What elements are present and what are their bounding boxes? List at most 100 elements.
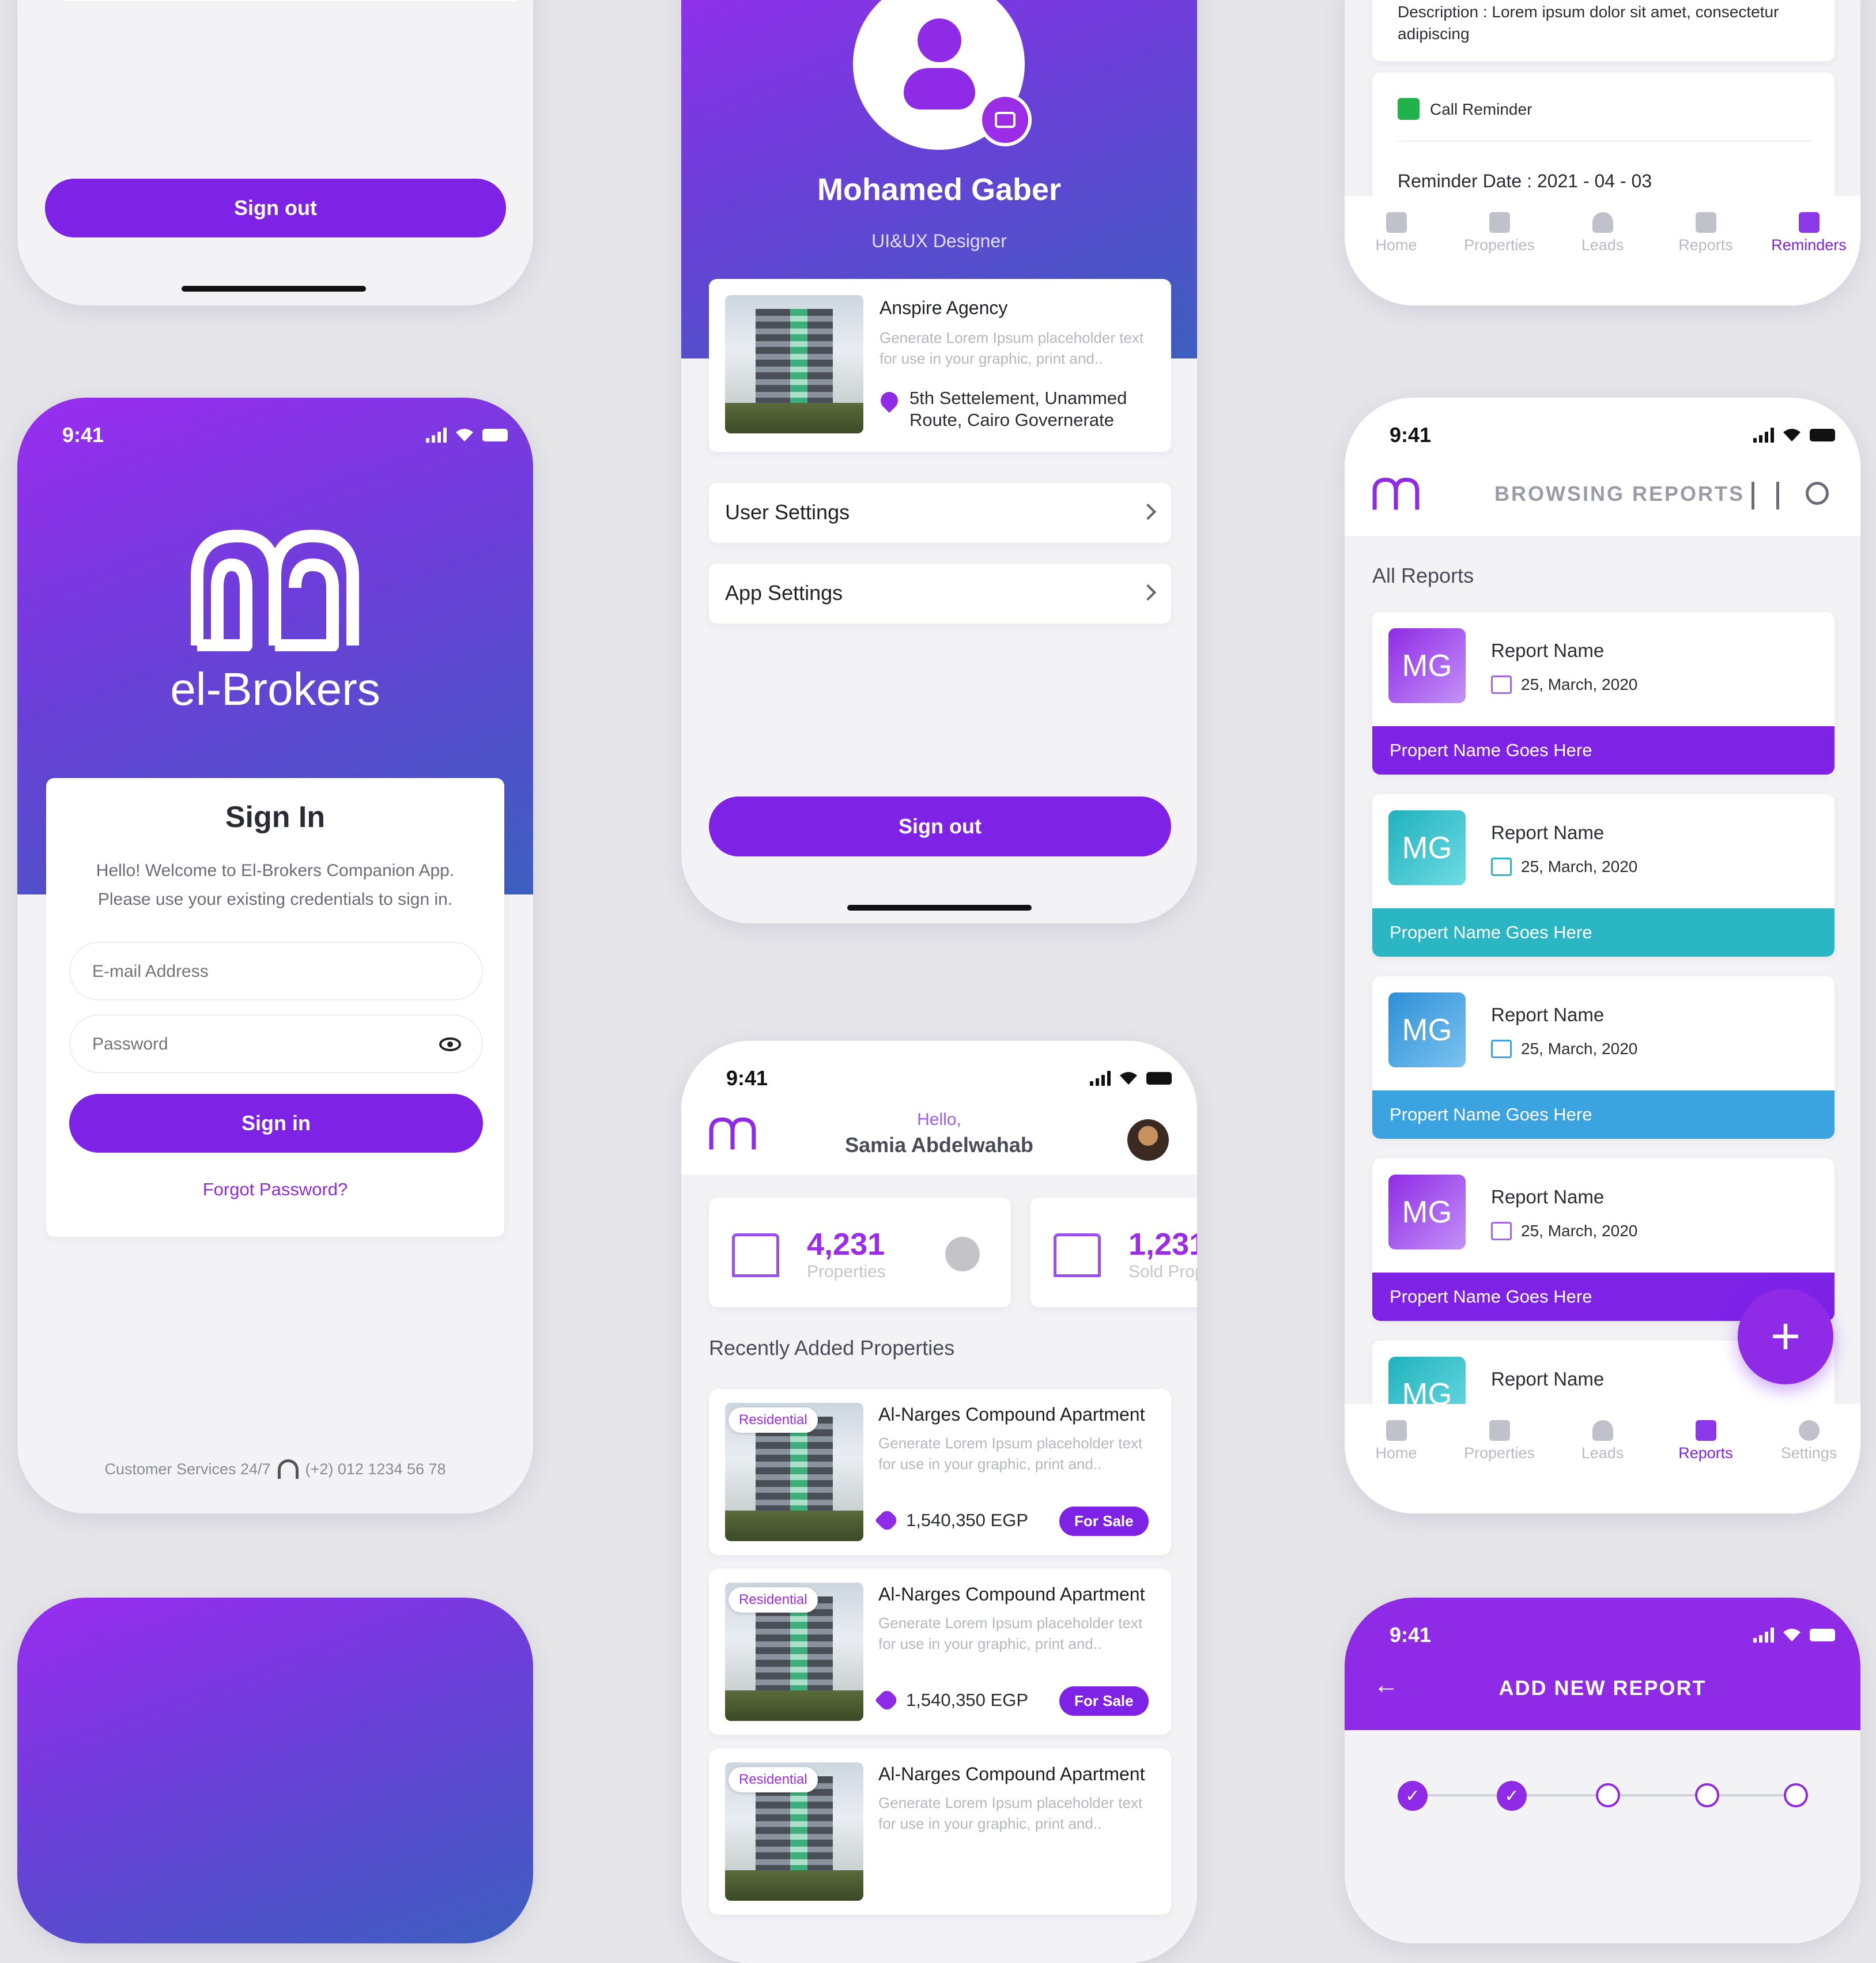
nav-reports[interactable]: Reports: [1657, 212, 1755, 254]
bottom-nav: Home Properties Leads Reports Settings: [1345, 1404, 1860, 1513]
camera-icon[interactable]: [979, 93, 1032, 146]
profile-avatar: [853, 0, 1032, 150]
calendar-icon: [1491, 858, 1512, 876]
nav-label: Reports: [1678, 1444, 1733, 1462]
report-date: 25, March, 2020: [1491, 675, 1637, 694]
home-indicator: [847, 905, 1032, 911]
reminders-screen: Description : Lorem ipsum dolor sit amet…: [1345, 0, 1860, 305]
stat-value: 1,231: [1128, 1227, 1197, 1262]
status-time: 9:41: [1390, 423, 1432, 447]
support-phone[interactable]: (+2) 012 1234 56 78: [305, 1460, 446, 1478]
report-date: 25, March, 2020: [1491, 1222, 1637, 1240]
sign-out-button[interactable]: Sign out: [709, 796, 1171, 856]
property-card[interactable]: Residential Al-Narges Compound Apartment…: [709, 1389, 1171, 1555]
wifi-icon: [456, 429, 473, 441]
status-badge: For Sale: [1059, 1686, 1149, 1716]
home-icon: [1386, 1420, 1407, 1441]
search-icon[interactable]: [1806, 482, 1829, 505]
nav-label: Home: [1375, 1444, 1417, 1462]
battery-icon: [482, 429, 508, 441]
report-card[interactable]: MG Report Name 25, March, 2020 Propert N…: [1372, 794, 1835, 957]
status-bar: 9:41: [1345, 398, 1860, 450]
brand-name: el-Brokers: [170, 663, 380, 715]
nav-label: Leads: [1581, 236, 1624, 254]
calendar-icon: [1491, 1222, 1512, 1240]
nav-home[interactable]: Home: [1347, 1420, 1445, 1462]
profile-role: UI&UX Designer: [871, 231, 1007, 251]
splash-screen: [17, 1598, 533, 1943]
report-card[interactable]: MG Report Name 25, March, 2020 Propert N…: [1372, 976, 1835, 1139]
sign-out-button[interactable]: Sign out: [45, 179, 506, 237]
report-name: Report Name: [1491, 1004, 1605, 1025]
report-date: 25, March, 2020: [1491, 1040, 1637, 1058]
page-title: ADD NEW REPORT: [1498, 1676, 1707, 1700]
step-1[interactable]: ✓: [1398, 1781, 1428, 1811]
forgot-password-link[interactable]: Forgot Password?: [46, 1179, 504, 1200]
password-field[interactable]: [69, 1014, 483, 1073]
status-bar: 9:41: [681, 1041, 1197, 1093]
property-title: Al-Narges Compound Apartment: [878, 1584, 1145, 1605]
sign-in-screen: 9:41 el-Brokers Sign In Hello! Welcome t…: [17, 398, 533, 1513]
filter-icon[interactable]: [1752, 482, 1779, 509]
report-avatar: MG: [1388, 628, 1466, 703]
stat-card-properties[interactable]: 4,231 Properties: [709, 1198, 1011, 1307]
email-input[interactable]: [91, 957, 437, 987]
report-date: 25, March, 2020: [1491, 858, 1637, 876]
status-time: 9:41: [62, 423, 104, 447]
status-time: 9:41: [1390, 1623, 1432, 1647]
greeting: Hello,: [917, 1110, 961, 1129]
agency-image: [725, 295, 863, 433]
signal-icon: [1090, 1071, 1111, 1086]
headset-icon: [277, 1459, 299, 1479]
user-icon: [1592, 1420, 1613, 1441]
signal-icon: [1753, 1628, 1774, 1643]
step-4[interactable]: [1695, 1783, 1719, 1807]
email-field[interactable]: [69, 942, 483, 1001]
status-icons: [1753, 428, 1835, 443]
stat-card-sold[interactable]: 1,231 Sold Properties: [1031, 1198, 1197, 1307]
report-name: Report Name: [1491, 822, 1605, 843]
user-settings-item[interactable]: User Settings: [709, 483, 1171, 543]
nav-label: Properties: [1463, 1444, 1535, 1462]
wifi-icon: [1783, 1629, 1800, 1641]
nav-properties[interactable]: Properties: [1451, 212, 1549, 254]
nav-properties[interactable]: Properties: [1451, 1420, 1549, 1462]
property-description: Generate Lorem Ipsum placeholder text fo…: [878, 1794, 1143, 1832]
nav-home[interactable]: Home: [1347, 212, 1445, 254]
el-brokers-logo: [191, 530, 359, 651]
nav-leads[interactable]: Leads: [1554, 1420, 1652, 1462]
app-logo-icon: [1372, 477, 1420, 510]
eye-icon[interactable]: [439, 1037, 461, 1051]
status-time: 9:41: [726, 1066, 768, 1090]
nav-reminders[interactable]: Reminders: [1760, 212, 1858, 254]
step-5[interactable]: [1784, 1783, 1808, 1807]
app-settings-item[interactable]: App Settings: [709, 564, 1171, 624]
nav-reports[interactable]: Reports: [1657, 1420, 1755, 1462]
avatar[interactable]: [1127, 1119, 1169, 1161]
agency-location: 5th Settelement, Unammed Route, Cairo Go…: [909, 388, 1127, 430]
add-report-fab[interactable]: +: [1738, 1289, 1833, 1384]
user-name: Samia Abdelwahab: [845, 1133, 1033, 1157]
property-name-bar: Propert Name Goes Here: [1372, 908, 1835, 957]
nav-settings[interactable]: Settings: [1760, 1420, 1858, 1462]
calendar-icon: [1491, 1040, 1512, 1058]
reminder-icon: [1798, 212, 1820, 233]
agency-card[interactable]: Anspire Agency Generate Lorem Ipsum plac…: [709, 279, 1171, 452]
report-card[interactable]: MG Report Name 25, March, 2020 Propert N…: [1372, 612, 1835, 775]
battery-icon: [1810, 429, 1835, 441]
property-card[interactable]: Residential Al-Narges Compound Apartment…: [709, 1569, 1171, 1735]
nav-label: Reminders: [1771, 236, 1847, 254]
category-badge: Residential: [728, 1587, 818, 1613]
report-avatar: MG: [1388, 1175, 1466, 1249]
arrow-right-icon[interactable]: [945, 1237, 980, 1271]
wifi-icon: [1783, 429, 1800, 441]
sign-in-button[interactable]: Sign in: [69, 1094, 483, 1153]
nav-leads[interactable]: Leads: [1554, 212, 1652, 254]
report-icon: [1695, 212, 1716, 233]
property-card[interactable]: Residential Al-Narges Compound Apartment…: [709, 1749, 1171, 1915]
step-2[interactable]: ✓: [1497, 1781, 1527, 1811]
agency-name: Anspire Agency: [880, 297, 1008, 318]
password-input[interactable]: [91, 1029, 414, 1059]
building-icon: [732, 1233, 779, 1277]
step-3[interactable]: [1596, 1783, 1620, 1807]
